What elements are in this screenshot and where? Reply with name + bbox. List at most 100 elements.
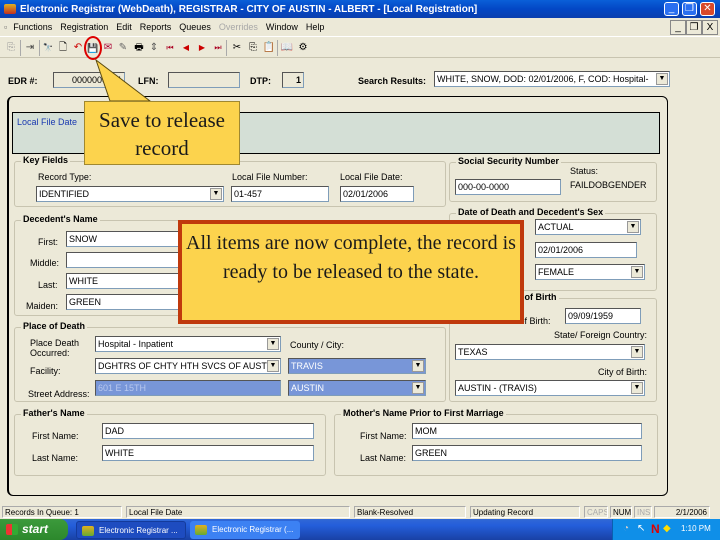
local-file-number-label: Local File Number: — [232, 172, 308, 182]
edr-field[interactable]: 0000000001 — [53, 72, 125, 88]
local-file-date-field[interactable]: 02/01/2006 — [340, 186, 414, 202]
status-label: Status: — [570, 166, 599, 176]
mdi-restore-button[interactable]: ❐ — [686, 20, 702, 35]
father-first-field[interactable]: DAD — [102, 423, 314, 439]
maiden-name-field[interactable]: GREEN — [66, 294, 186, 310]
sex-dropdown[interactable]: FEMALE ▼ — [535, 264, 645, 280]
exit-icon[interactable]: ⇥ — [23, 41, 37, 55]
menu-registration[interactable]: Registration — [60, 22, 108, 32]
lfn-field[interactable] — [168, 72, 240, 88]
father-first-label: First Name: — [32, 431, 79, 441]
network-icon[interactable]: ◔ — [623, 523, 629, 534]
menu-help[interactable]: Help — [306, 22, 325, 32]
menu-reports[interactable]: Reports — [140, 22, 172, 32]
copy-icon[interactable]: ⎘ — [246, 41, 260, 55]
cursor-icon[interactable]: ↖ — [637, 523, 645, 534]
close-button[interactable]: ✕ — [700, 2, 715, 16]
mother-name-title: Mother's Name Prior to First Marriage — [341, 408, 506, 418]
chevron-down-icon[interactable]: ▼ — [627, 221, 639, 233]
taskbar-task-1[interactable]: Electronic Registrar ... — [76, 521, 186, 539]
local-file-number-field[interactable]: 01-457 — [231, 186, 329, 202]
help-book-icon[interactable]: 📖 — [280, 41, 294, 55]
facility-dropdown[interactable]: DGHTRS OF CHTY HTH SVCS OF AUSTI ▼ — [95, 358, 281, 374]
minimize-button[interactable]: _ — [664, 2, 679, 16]
menu-edit[interactable]: Edit — [116, 22, 132, 32]
place-occurred-dropdown[interactable]: Hospital - Inpatient ▼ — [95, 336, 281, 352]
last-name-field[interactable]: WHITE — [66, 273, 186, 289]
window-title: Electronic Registrar (WebDeath), REGISTR… — [20, 3, 478, 15]
mdi-close-button[interactable]: X — [702, 20, 718, 35]
father-last-field[interactable]: WHITE — [102, 445, 314, 461]
chevron-down-icon[interactable]: ▼ — [210, 188, 222, 200]
mdi-minimize-button[interactable]: _ — [670, 20, 686, 35]
print-preview-icon[interactable]: ⎘ — [4, 41, 18, 55]
windows-logo-icon — [6, 524, 18, 535]
chevron-down-icon[interactable]: ▼ — [267, 338, 279, 350]
chevron-down-icon[interactable]: ▼ — [631, 346, 643, 358]
search-results-dropdown[interactable]: WHITE, SNOW, DOD: 02/01/2006, F, COD: Ho… — [434, 71, 670, 87]
status-value: FAILDOBGENDER — [570, 180, 647, 190]
record-type-label: Record Type: — [38, 172, 92, 182]
menu-window[interactable]: Window — [266, 22, 298, 32]
chevron-down-icon[interactable]: ▼ — [412, 382, 424, 394]
attach-icon[interactable]: ✎ — [116, 41, 130, 55]
chevron-down-icon[interactable]: ▼ — [267, 360, 279, 372]
print-icon[interactable]: 🖶 — [132, 41, 146, 55]
window-title-bar[interactable]: Electronic Registrar (WebDeath), REGISTR… — [0, 0, 720, 18]
mother-first-field[interactable]: MOM — [412, 423, 642, 439]
paste-icon[interactable]: 📋 — [262, 41, 276, 55]
ssn-title: Social Security Number — [456, 156, 562, 166]
menu-queues[interactable]: Queues — [179, 22, 211, 32]
date-of-death-field[interactable]: 02/01/2006 — [535, 242, 637, 258]
key-fields-title: Key Fields — [21, 155, 71, 165]
clock[interactable]: 1:10 PM — [681, 524, 711, 533]
chevron-down-icon[interactable]: ▼ — [631, 266, 643, 278]
last-record-icon[interactable]: ⏭ — [211, 41, 225, 55]
dob-field[interactable]: 09/09/1959 — [565, 308, 641, 324]
caps-indicator: CAPS — [584, 506, 608, 518]
street-address-field[interactable]: 601 E 15TH — [95, 380, 281, 396]
tools-icon[interactable]: ⚙ — [296, 41, 310, 55]
status-queue: Records In Queue: 1 — [2, 506, 122, 518]
chevron-down-icon[interactable]: ▼ — [631, 382, 643, 394]
place-occurred-value: Hospital - Inpatient — [98, 339, 174, 349]
start-button[interactable]: start — [0, 519, 68, 540]
middle-name-field[interactable] — [66, 252, 186, 268]
mother-last-field[interactable]: GREEN — [412, 445, 642, 461]
sort-icon[interactable]: ⇕ — [147, 41, 161, 55]
ins-indicator: INS — [634, 506, 652, 518]
maximize-button[interactable]: ❐ — [682, 2, 697, 16]
first-name-field[interactable]: SNOW — [66, 231, 186, 247]
next-record-icon[interactable]: ▶ — [195, 41, 209, 55]
local-file-date-label: Local File Date: — [340, 172, 403, 182]
toolbar-separator — [226, 40, 227, 56]
menu-overrides[interactable]: Overrides — [219, 22, 258, 32]
birth-city-value: AUSTIN - (TRAVIS) — [458, 383, 537, 393]
release-icon[interactable]: ✉ — [101, 41, 115, 55]
death-date-type-dropdown[interactable]: ACTUAL ▼ — [535, 219, 641, 235]
dtp-field[interactable]: 1 — [282, 72, 304, 88]
mother-last-label: Last Name: — [360, 453, 407, 463]
search-results-label: Search Results: — [358, 76, 427, 86]
antivirus-icon[interactable]: N — [651, 522, 660, 536]
prev-record-icon[interactable]: ◀ — [179, 41, 193, 55]
birth-state-dropdown[interactable]: TEXAS ▼ — [455, 344, 645, 360]
first-record-icon[interactable]: ⏮ — [163, 41, 177, 55]
record-type-dropdown[interactable]: IDENTIFIED ▼ — [36, 186, 224, 202]
undo-icon[interactable]: ↶ — [71, 41, 85, 55]
ssn-field[interactable]: 000-00-0000 — [455, 179, 561, 195]
chevron-down-icon[interactable]: ▼ — [412, 360, 424, 372]
death-city-dropdown[interactable]: AUSTIN ▼ — [288, 380, 426, 396]
toolbar-separator — [20, 40, 21, 56]
taskbar-task-2[interactable]: Electronic Registrar (... — [190, 521, 300, 539]
menu-functions[interactable]: Functions — [13, 22, 52, 32]
app-icon — [4, 4, 16, 14]
chevron-down-icon[interactable]: ▼ — [656, 73, 668, 85]
county-dropdown[interactable]: TRAVIS ▼ — [288, 358, 426, 374]
birth-city-dropdown[interactable]: AUSTIN - (TRAVIS) ▼ — [455, 380, 645, 396]
mother-first-label: First Name: — [360, 431, 407, 441]
new-icon[interactable]: 🗋 — [56, 41, 70, 55]
find-icon[interactable]: 🔭 — [41, 41, 55, 55]
cut-icon[interactable]: ✂ — [230, 41, 244, 55]
security-shield-icon[interactable]: ◆ — [663, 523, 671, 534]
